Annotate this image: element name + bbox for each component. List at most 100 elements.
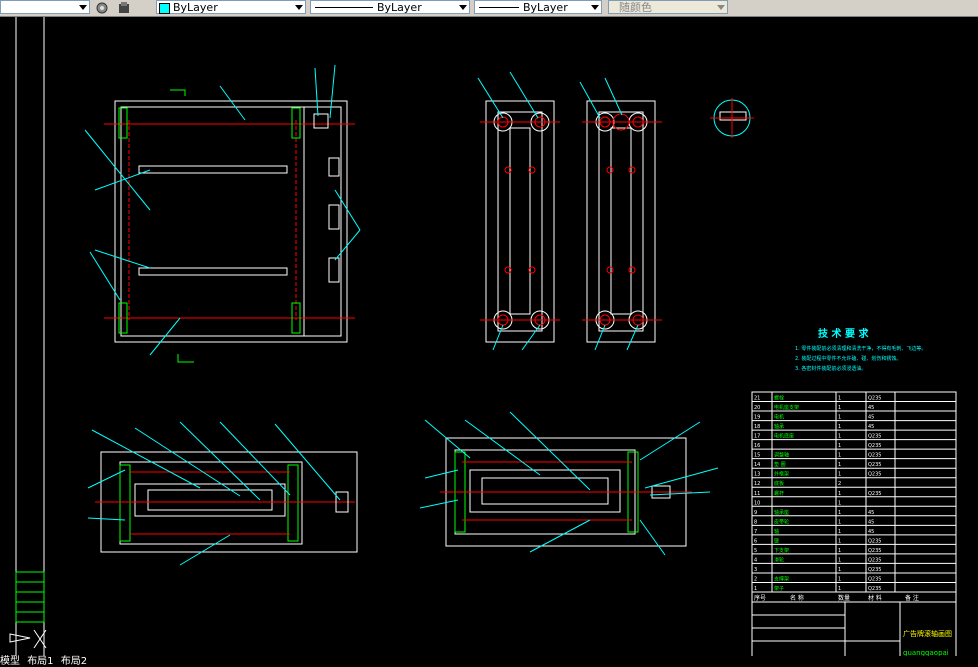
bom-cell: 1 (838, 567, 841, 573)
ucs-icon (9, 629, 47, 649)
bom-cell: 1 (838, 586, 841, 592)
bom-cell: Q235 (868, 557, 881, 563)
bom-cell: Q235 (868, 453, 881, 459)
color-control[interactable]: ByLayer (156, 0, 306, 14)
tab-layout1[interactable]: 布局1 (27, 656, 53, 667)
bom-cell: 4 (754, 557, 757, 563)
bom-cell: 45 (868, 415, 874, 421)
bom-cell: 7 (754, 529, 757, 535)
bom-cell: Q235 (868, 548, 881, 554)
bom-cell: 键 (774, 537, 779, 544)
bom-cell: 1 (838, 415, 841, 421)
bom-header-row: 序号 名 称 数量 材 料 备 注 (751, 591, 957, 603)
bom-cell: 1 (754, 586, 757, 592)
bom-cell: 1 (838, 443, 841, 449)
bom-cell: 轴承座 (774, 509, 789, 516)
bom-cell: 16 (754, 443, 760, 449)
bom-cell: 45 (868, 405, 874, 411)
bom-cell: Q235 (868, 567, 881, 573)
layer-previous-icon[interactable] (116, 0, 132, 14)
tech-note-1: 1. 零件装配前必须清理和清洗干净，不得有毛刺、飞边等。 (795, 345, 926, 352)
bom-cell: 2 (838, 481, 841, 487)
bom-header-material: 材 料 (868, 594, 882, 602)
properties-toolbar: ByLayer ByLayer ByLayer 随颜色 (0, 0, 978, 17)
bom-cell: 电机座支架 (774, 404, 799, 411)
bom-cell: 螺栓 (774, 395, 784, 402)
bom-cell: 底板 (774, 480, 784, 487)
bom-cell: 15 (754, 453, 760, 459)
linetype-label: ByLayer (377, 1, 422, 14)
bom-cell: 1 (838, 424, 841, 430)
bom-rows: 21 螺栓 1 Q23520 电机座支架 1 4519 电机 1 4518 轴承 1 4517 电机底座 1… (752, 395, 956, 593)
bom-cell: Q235 (868, 576, 881, 582)
bom-cell: 12 (754, 481, 760, 487)
bom-cell: Q235 (868, 472, 881, 478)
bom-cell: 1 (838, 491, 841, 497)
bom-cell: 45 (868, 519, 874, 525)
layer-dropdown[interactable] (0, 0, 90, 14)
bom-cell: 3 (754, 567, 757, 573)
bom-cell: 8 (754, 519, 757, 525)
bom-cell: 1 (838, 576, 841, 582)
bom-cell: 17 (754, 434, 760, 440)
bom-cell: 18 (754, 424, 760, 430)
plotstyle-label: 随颜色 (619, 1, 652, 14)
bom-cell: 19 (754, 415, 760, 421)
bom-cell: 1 (838, 538, 841, 544)
bom-cell: 架子 (774, 585, 784, 592)
bom-cell: 2 (754, 576, 757, 582)
bom-cell: 1 (838, 453, 841, 459)
bom-header-no: 序号 (754, 594, 766, 602)
bom-cell: 支撑架 (774, 575, 789, 582)
bom-cell: 1 (838, 472, 841, 478)
bom-cell: 1 (838, 510, 841, 516)
bom-cell: 1 (838, 548, 841, 554)
section-view-right (440, 437, 692, 547)
linetype-control[interactable]: ByLayer (310, 0, 470, 14)
bom-cell: 螺杆 (774, 490, 784, 497)
tab-layout2[interactable]: 布局2 (61, 656, 87, 667)
color-label: ByLayer (173, 1, 218, 14)
bom-cell: Q235 (868, 462, 881, 468)
bom-cell: 电机 (774, 414, 784, 421)
bom-cell: 轴承 (774, 423, 784, 430)
bom-cell: Q235 (868, 434, 881, 440)
drawing-title: 广告牌滚轴画图 (903, 629, 952, 638)
bom-cell: 9 (754, 510, 757, 516)
bom-cell: 13 (754, 472, 760, 478)
tech-note-3: 3. 各密封件装配前必须浸透油。 (795, 365, 866, 372)
bom-cell: 1 (838, 500, 841, 506)
bom-cell: 1 (838, 405, 841, 411)
bom-cell: 外框架 (774, 471, 789, 478)
bom-cell: 45 (868, 529, 874, 535)
bom-cell: 20 (754, 405, 760, 411)
tech-note-2: 2. 装配过程中零件不允许磕、碰、划伤和锈蚀。 (795, 355, 901, 362)
plotstyle-control[interactable]: 随颜色 (608, 0, 728, 14)
bom-cell: 下支架 (774, 547, 789, 554)
tab-model[interactable]: 模型 (0, 656, 20, 667)
bom-cell: Q235 (868, 396, 881, 402)
cad-drawing: 技 术 要 求 1. 零件装配前必须清理和清洗干净，不得有毛刺、飞边等。 2. … (9, 17, 957, 658)
left-strip-labels (15, 571, 45, 623)
bom-cell: 1 (838, 396, 841, 402)
linetype-sample-icon (315, 6, 373, 8)
bom-header-qty: 数量 (838, 594, 850, 602)
bom-cell: 调整轴 (774, 452, 789, 459)
drawing-canvas[interactable]: 技 术 要 求 1. 零件装配前必须清理和清洗干净，不得有毛刺、飞边等。 2. … (0, 17, 978, 658)
side-view-right (582, 100, 662, 343)
bom-cell: Q235 (868, 491, 881, 497)
bom-cell: 45 (868, 424, 874, 430)
bom-cell: 皮带轮 (774, 518, 789, 525)
lineweight-control[interactable]: ByLayer (474, 0, 602, 14)
bom-cell: 1 (838, 519, 841, 525)
front-view (104, 100, 355, 343)
layout-tab-bar: 模型 布局1 布局2 (0, 656, 978, 667)
bom-cell: 1 (838, 557, 841, 563)
bom-cell: 1 (838, 462, 841, 468)
lineweight-label: ByLayer (523, 1, 568, 14)
bom-cell: 10 (754, 500, 760, 506)
bom-cell: 5 (754, 548, 757, 554)
layer-states-icon[interactable] (94, 0, 110, 14)
bom-cell: 21 (754, 396, 760, 402)
tech-requirements-title: 技 术 要 求 (818, 327, 869, 340)
